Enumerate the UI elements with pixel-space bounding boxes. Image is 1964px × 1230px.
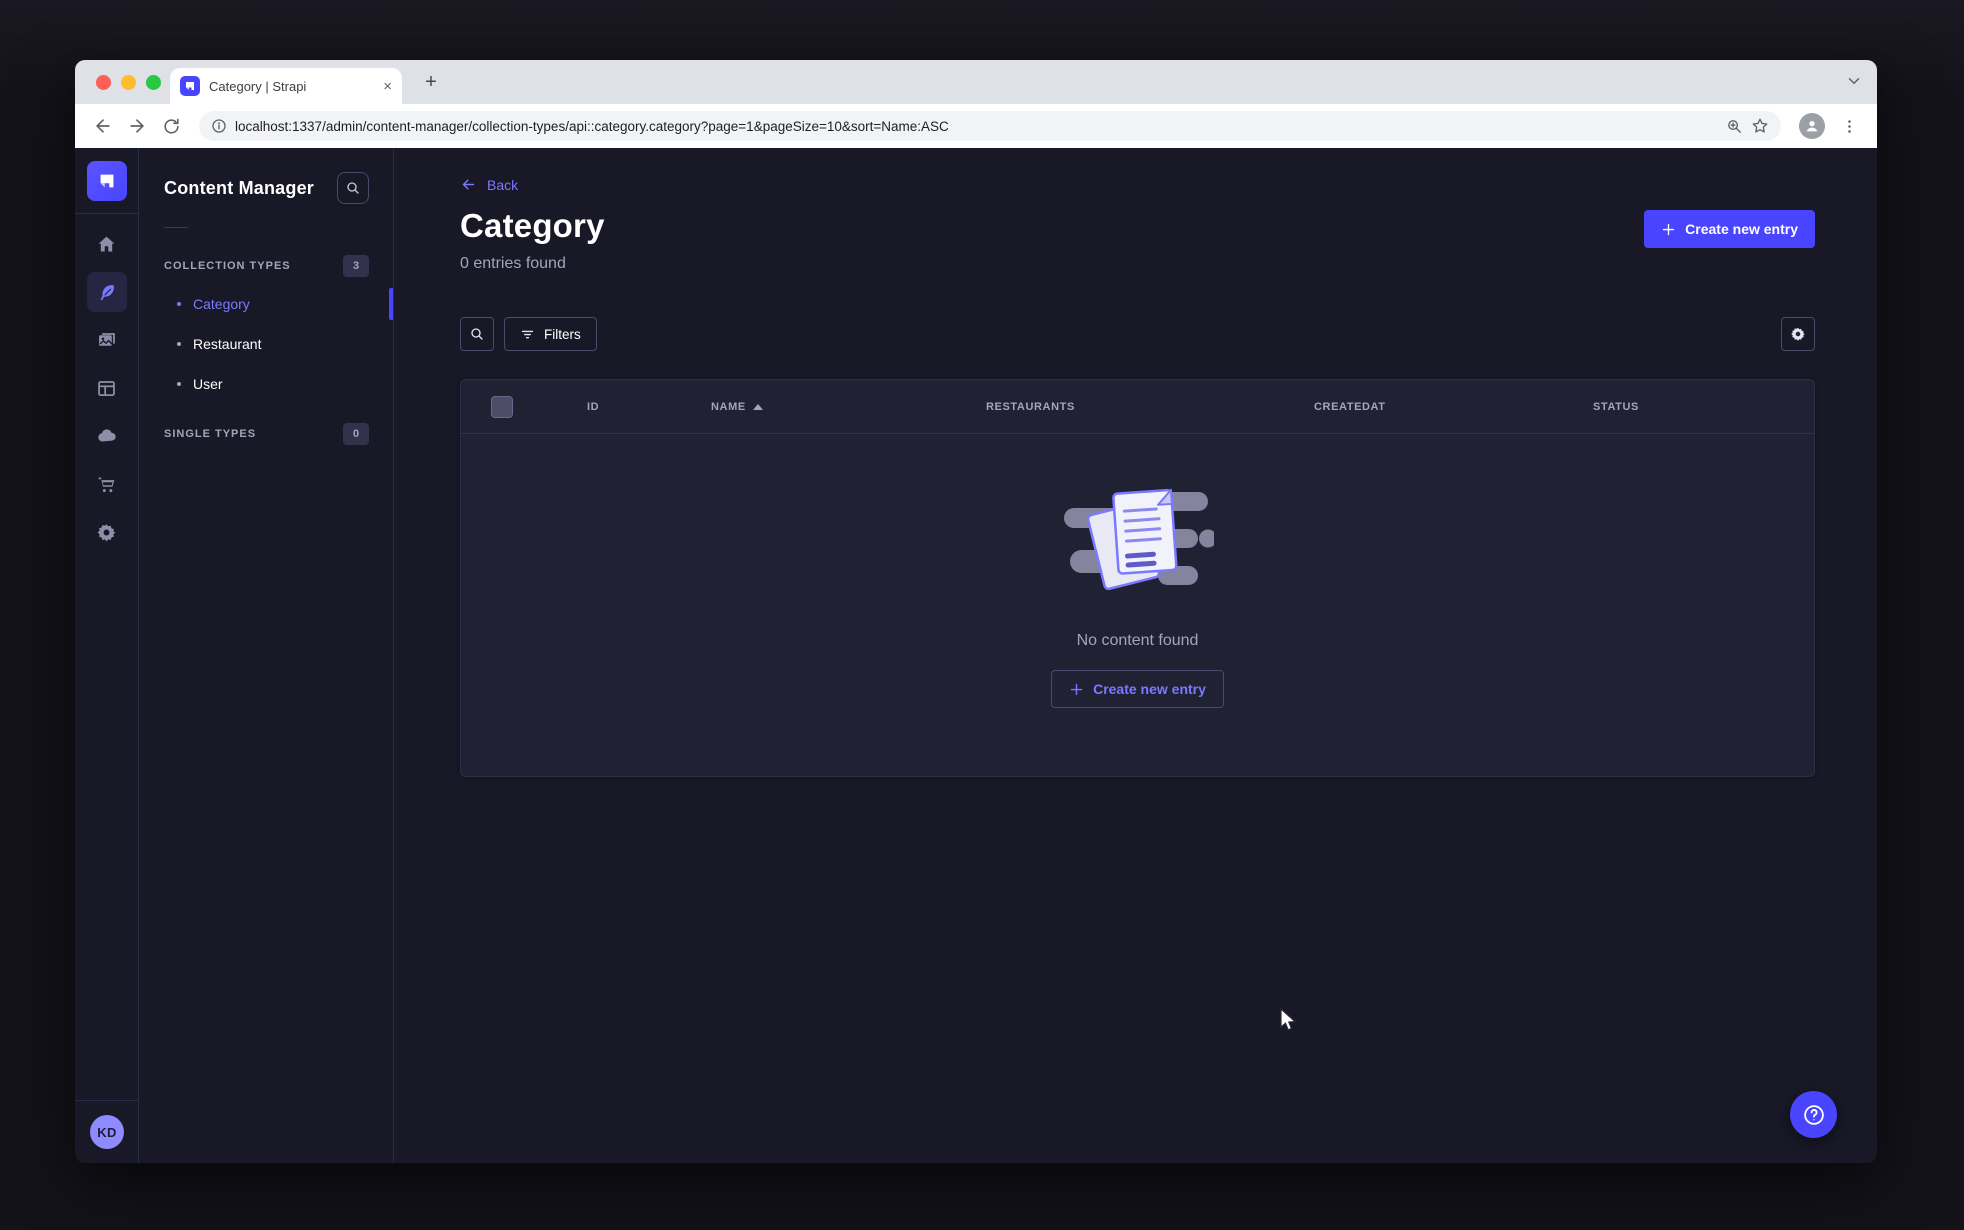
main-content: Back Category 0 entries found Create new…: [394, 148, 1877, 1163]
subnav-item-restaurant[interactable]: Restaurant: [139, 324, 393, 364]
subnav-search-button[interactable]: [337, 172, 369, 204]
url-text[interactable]: localhost:1337/admin/content-manager/col…: [235, 119, 1718, 134]
fullscreen-window-button[interactable]: [146, 75, 161, 90]
subnav-item-label: Restaurant: [193, 336, 262, 352]
cloud-icon[interactable]: [87, 416, 127, 456]
subnav-item-category[interactable]: Category: [139, 284, 393, 324]
collection-types-label: COLLECTION TYPES: [164, 260, 291, 272]
column-header-restaurants[interactable]: RESTAURANTS: [956, 401, 1284, 413]
bookmark-star-icon[interactable]: [1751, 117, 1769, 135]
plus-icon: [1662, 223, 1675, 235]
tab-search-chevron-icon[interactable]: [1845, 72, 1863, 95]
sort-ascending-icon: [752, 403, 763, 410]
rail-divider: [75, 213, 139, 214]
reload-icon[interactable]: [157, 112, 185, 140]
entries-count: 0 entries found: [460, 255, 566, 272]
column-header-createdat[interactable]: CREATEDAT: [1284, 401, 1563, 413]
forward-nav-icon[interactable]: [123, 112, 151, 140]
browser-menu-icon[interactable]: [1835, 112, 1863, 140]
browser-profile-icon[interactable]: [1799, 113, 1825, 139]
window-controls: [96, 75, 161, 90]
content-manager-icon[interactable]: [86, 272, 127, 312]
subnav-item-label: User: [193, 376, 223, 392]
home-icon[interactable]: [87, 224, 127, 264]
browser-toolbar: localhost:1337/admin/content-manager/col…: [75, 104, 1877, 148]
back-link[interactable]: Back: [460, 176, 518, 193]
browser-tab[interactable]: Category | Strapi ×: [170, 68, 402, 104]
table-header-row: ID NAME RESTAURANTS CREATEDAT STATUS: [461, 380, 1814, 434]
content-manager-subnav: Content Manager COLLECTION TYPES 3 Categ…: [139, 148, 394, 1163]
back-label: Back: [487, 176, 519, 193]
content-type-builder-icon[interactable]: [87, 368, 127, 408]
browser-tab-bar: Category | Strapi × +: [75, 60, 1877, 104]
select-all-checkbox[interactable]: [491, 395, 513, 418]
single-types-label: SINGLE TYPES: [164, 428, 257, 440]
plus-icon: [1070, 683, 1083, 695]
help-button[interactable]: [1790, 1091, 1837, 1138]
strapi-favicon-icon: [180, 76, 200, 96]
settings-icon[interactable]: [87, 512, 127, 552]
strapi-admin: KD Content Manager COLLECTION TYPES 3 Ca…: [75, 148, 1877, 1163]
strapi-logo-icon[interactable]: [86, 161, 127, 201]
url-bar[interactable]: localhost:1337/admin/content-manager/col…: [199, 111, 1781, 141]
bullet-icon: [177, 382, 181, 386]
no-content-illustration: [1063, 488, 1214, 591]
filter-icon: [521, 330, 534, 338]
subnav-item-label: Category: [193, 296, 250, 312]
question-mark-icon: [1803, 1104, 1824, 1125]
filters-button[interactable]: Filters: [504, 317, 597, 351]
site-info-icon[interactable]: [211, 118, 227, 134]
create-entry-button[interactable]: Create new entry: [1644, 210, 1815, 248]
entries-table: ID NAME RESTAURANTS CREATEDAT STATUS No …: [460, 379, 1815, 777]
rail-bottom-divider: [75, 1100, 139, 1101]
back-arrow-icon: [462, 179, 475, 190]
single-types-count-badge: 0: [343, 423, 369, 445]
main-navigation-rail: KD: [75, 148, 139, 1163]
empty-create-entry-button[interactable]: Create new entry: [1051, 670, 1224, 708]
active-indicator: [389, 288, 393, 320]
media-library-icon[interactable]: [87, 320, 127, 360]
gear-icon: [1791, 327, 1805, 341]
subnav-item-user[interactable]: User: [139, 364, 393, 404]
collection-types-count-badge: 3: [343, 255, 369, 277]
marketplace-icon[interactable]: [87, 464, 127, 504]
column-header-id[interactable]: ID: [557, 401, 681, 413]
tab-close-icon[interactable]: ×: [383, 79, 392, 94]
subnav-divider: [164, 227, 188, 228]
browser-window: Category | Strapi × + localhost:1337/adm…: [75, 60, 1877, 1163]
close-window-button[interactable]: [96, 75, 111, 90]
back-nav-icon[interactable]: [89, 112, 117, 140]
page-title: Category: [460, 207, 605, 244]
subnav-title: Content Manager: [164, 177, 315, 198]
user-avatar[interactable]: KD: [90, 1115, 124, 1149]
bullet-icon: [177, 302, 181, 306]
column-header-name[interactable]: NAME: [681, 401, 956, 413]
zoom-page-icon[interactable]: [1726, 118, 1743, 135]
empty-state-message: No content found: [1076, 632, 1199, 649]
empty-state: No content found Create new entry: [461, 434, 1814, 776]
table-search-button[interactable]: [460, 317, 494, 351]
column-header-status[interactable]: STATUS: [1563, 401, 1814, 413]
view-settings-button[interactable]: [1781, 317, 1815, 351]
tab-title: Category | Strapi: [209, 78, 307, 94]
minimize-window-button[interactable]: [121, 75, 136, 90]
new-tab-button[interactable]: +: [418, 69, 444, 95]
browser-actions: [1799, 112, 1863, 140]
bullet-icon: [177, 342, 181, 346]
